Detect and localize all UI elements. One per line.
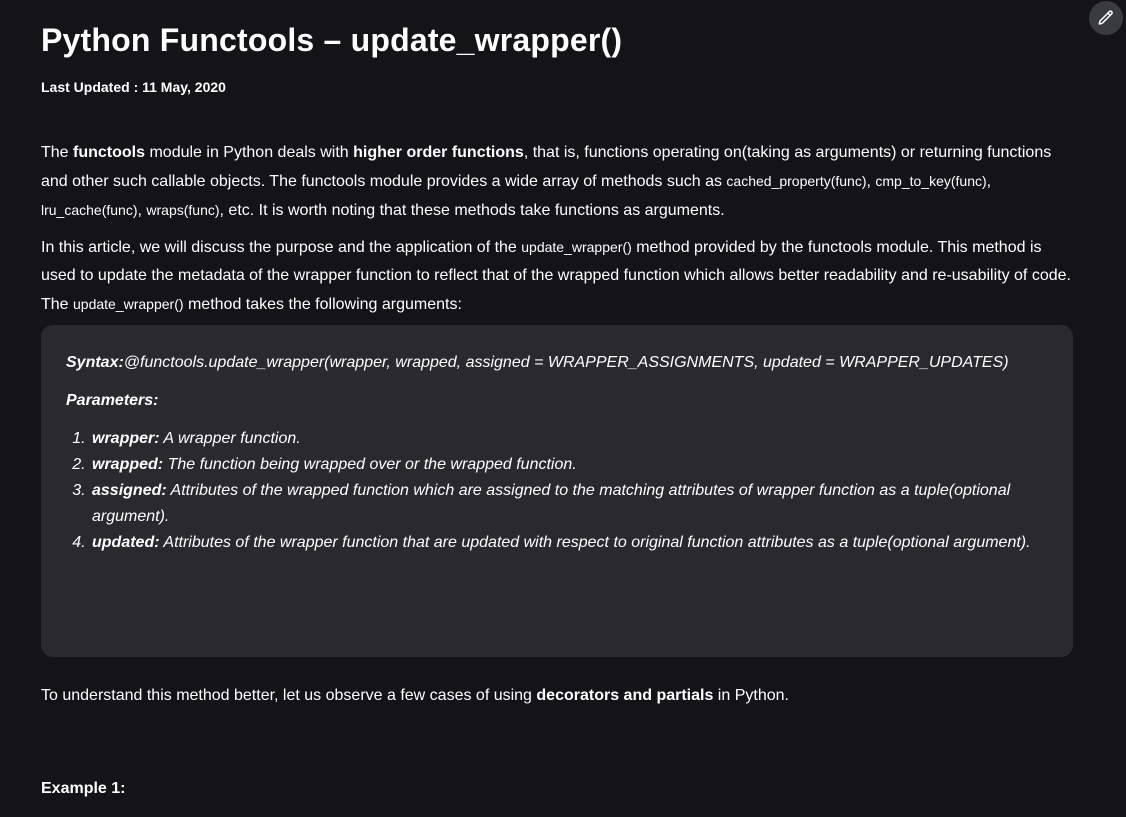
syntax-text: @functools.update_wrapper(wrapper, wrapp… xyxy=(123,354,1009,371)
purpose-paragraph: In this article, we will discuss the pur… xyxy=(41,239,1071,313)
inline-code: update_wrapper() xyxy=(73,296,184,312)
decorators-term: decorators and partials xyxy=(536,687,714,704)
syntax-line: Syntax:@functools.update_wrapper(wrapper… xyxy=(66,350,1048,376)
last-updated: Last Updated : 11 May, 2020 xyxy=(41,79,226,95)
higher-order-term: higher order functions xyxy=(353,144,524,161)
intro-paragraph: The functools module in Python deals wit… xyxy=(41,144,1052,219)
functools-term: functools xyxy=(73,144,146,161)
edit-button[interactable] xyxy=(1089,1,1123,35)
parameter-item: wrapper: A wrapper function. xyxy=(90,426,1048,452)
example-heading: Example 1: xyxy=(41,780,126,797)
inline-code: cached_property(func) xyxy=(726,173,867,189)
parameter-item: updated: Attributes of the wrapper funct… xyxy=(90,530,1048,556)
inline-code: lru_cache(func) xyxy=(41,202,138,218)
page-title: Python Functools – update_wrapper() xyxy=(41,22,623,58)
parameter-item: wrapped: The function being wrapped over… xyxy=(90,452,1048,478)
pencil-icon xyxy=(1098,10,1113,25)
inline-code: wraps(func) xyxy=(146,202,220,218)
syntax-label: Syntax: xyxy=(66,354,124,371)
parameters-list: wrapper: A wrapper function. wrapped: Th… xyxy=(66,426,1048,556)
decorators-paragraph: To understand this method better, let us… xyxy=(41,687,789,704)
parameter-item: assigned: Attributes of the wrapped func… xyxy=(90,478,1048,530)
inline-code: update_wrapper() xyxy=(521,239,632,255)
syntax-box: Syntax:@functools.update_wrapper(wrapper… xyxy=(41,325,1073,657)
parameters-label: Parameters: xyxy=(66,392,159,409)
inline-code: cmp_to_key(func) xyxy=(875,173,987,189)
